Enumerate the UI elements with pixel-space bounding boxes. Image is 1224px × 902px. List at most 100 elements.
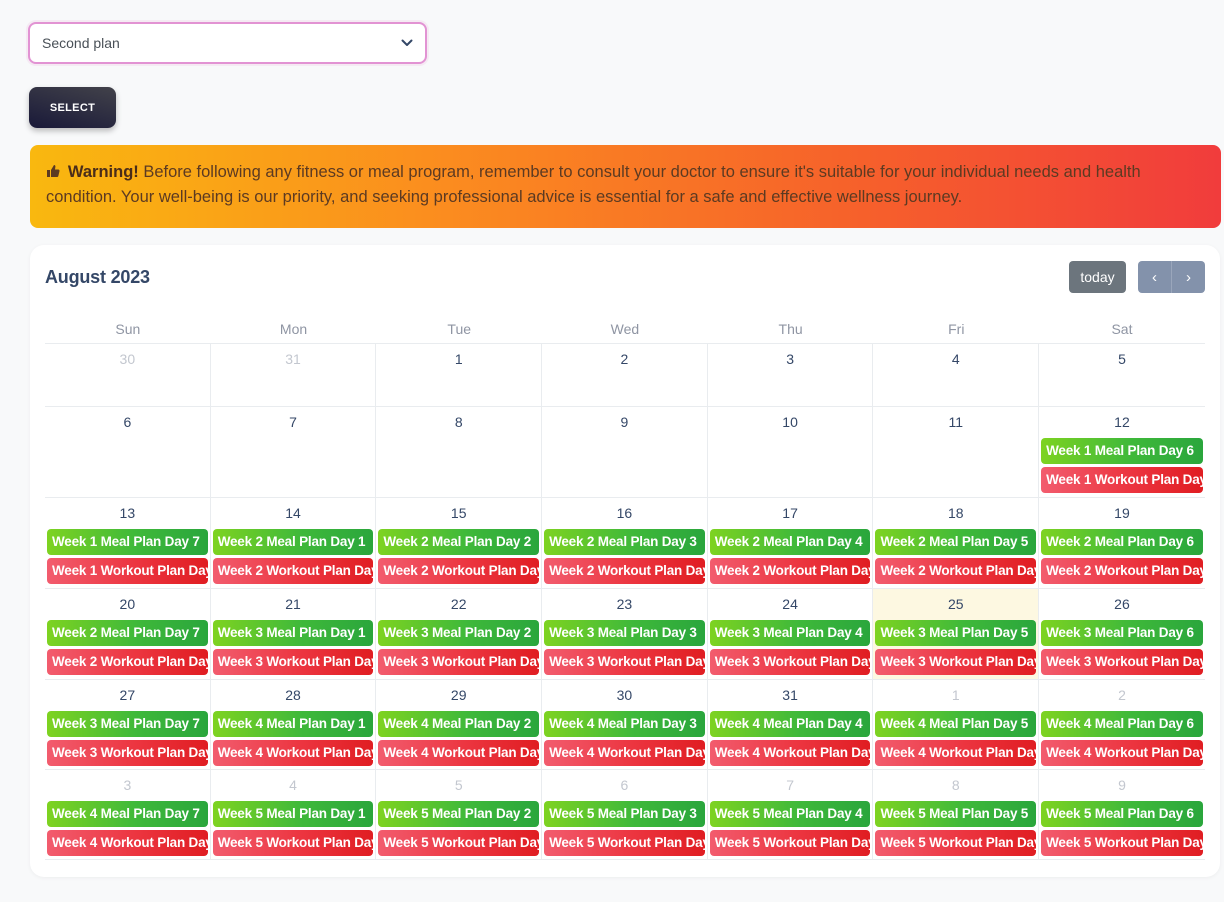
day-cell[interactable]: 1 Week 4 Meal Plan Day 5 Week 4 Workout Pl… bbox=[873, 680, 1040, 769]
day-number[interactable]: 6 bbox=[47, 407, 208, 438]
day-number[interactable]: 11 bbox=[875, 407, 1036, 438]
meal-plan-event[interactable]: Week 2 Meal Plan Day 5 bbox=[875, 529, 1037, 555]
day-cell[interactable]: 12 Week 1 Meal Plan Day 6 Week 1 Workout P… bbox=[1039, 407, 1205, 497]
day-number[interactable]: 7 bbox=[213, 407, 374, 438]
meal-plan-event[interactable]: Week 1 Meal Plan Day 7 bbox=[47, 529, 208, 555]
meal-plan-event[interactable]: Week 4 Meal Plan Day 2 bbox=[378, 711, 540, 737]
day-number[interactable]: 23 bbox=[544, 589, 705, 620]
day-cell[interactable]: 10 bbox=[708, 407, 874, 497]
day-cell[interactable]: 21 Week 3 Meal Plan Day 1 Week 3 Workout P… bbox=[211, 589, 377, 679]
day-number[interactable]: 9 bbox=[544, 407, 705, 438]
day-number[interactable]: 9 bbox=[1041, 770, 1203, 801]
meal-plan-event[interactable]: Week 4 Meal Plan Day 5 bbox=[875, 711, 1037, 737]
meal-plan-event[interactable]: Week 5 Meal Plan Day 6 bbox=[1041, 801, 1203, 827]
day-cell[interactable]: 31 Week 4 Meal Plan Day 4 Week 4 Workout P… bbox=[708, 680, 874, 769]
day-cell[interactable]: 31 bbox=[211, 344, 377, 406]
day-cell[interactable]: 23 Week 3 Meal Plan Day 3 Week 3 Workout P… bbox=[542, 589, 708, 679]
workout-plan-event[interactable]: Week 3 Workout Plan Day bbox=[875, 649, 1037, 675]
meal-plan-event[interactable]: Week 4 Meal Plan Day 1 bbox=[212, 711, 374, 737]
meal-plan-event[interactable]: Week 3 Meal Plan Day 3 bbox=[544, 620, 705, 646]
workout-plan-event[interactable]: Week 5 Workout Plan Day bbox=[544, 830, 705, 856]
day-cell[interactable]: 24 Week 3 Meal Plan Day 4 Week 3 Workout P… bbox=[708, 589, 874, 679]
day-number[interactable]: 5 bbox=[378, 770, 539, 801]
day-cell[interactable]: 27 Week 3 Meal Plan Day 7 Week 3 Workout P… bbox=[45, 680, 211, 769]
workout-plan-event[interactable]: Week 3 Workout Plan Day bbox=[378, 649, 540, 675]
workout-plan-event[interactable]: Week 2 Workout Plan Day bbox=[1041, 558, 1203, 584]
workout-plan-event[interactable]: Week 2 Workout Plan Day bbox=[544, 558, 705, 584]
day-number[interactable]: 7 bbox=[710, 770, 871, 801]
day-cell[interactable]: 11 bbox=[873, 407, 1040, 497]
day-number[interactable]: 5 bbox=[1041, 344, 1203, 375]
day-cell[interactable]: 8 bbox=[376, 407, 543, 497]
workout-plan-event[interactable]: Week 5 Workout Plan Day bbox=[212, 830, 374, 856]
meal-plan-event[interactable]: Week 5 Meal Plan Day 4 bbox=[709, 801, 871, 827]
day-number[interactable]: 16 bbox=[544, 498, 705, 529]
workout-plan-event[interactable]: Week 2 Workout Plan Day bbox=[875, 558, 1037, 584]
day-cell[interactable]: 20 Week 2 Meal Plan Day 7 Week 2 Workout P… bbox=[45, 589, 211, 679]
day-cell[interactable]: 15 Week 2 Meal Plan Day 2 Week 2 Workout P… bbox=[376, 498, 543, 588]
day-number[interactable]: 8 bbox=[875, 770, 1036, 801]
day-cell[interactable]: 2 Week 4 Meal Plan Day 6 Week 4 Workout Pl… bbox=[1039, 680, 1205, 769]
day-number[interactable]: 24 bbox=[710, 589, 871, 620]
day-number[interactable]: 30 bbox=[544, 680, 705, 711]
select-button[interactable]: SELECT bbox=[29, 87, 116, 128]
day-number[interactable]: 3 bbox=[47, 770, 208, 801]
meal-plan-event[interactable]: Week 2 Meal Plan Day 7 bbox=[47, 620, 208, 646]
workout-plan-event[interactable]: Week 4 Workout Plan Day bbox=[212, 740, 374, 766]
day-cell[interactable]: 7 bbox=[211, 407, 377, 497]
day-cell[interactable]: 5 Week 5 Meal Plan Day 2 Week 5 Workout Pl… bbox=[376, 770, 543, 859]
day-number[interactable]: 15 bbox=[378, 498, 539, 529]
day-cell[interactable]: 5 bbox=[1039, 344, 1205, 406]
meal-plan-event[interactable]: Week 5 Meal Plan Day 5 bbox=[875, 801, 1037, 827]
workout-plan-event[interactable]: Week 4 Workout Plan Day bbox=[875, 740, 1037, 766]
workout-plan-event[interactable]: Week 4 Workout Plan Day bbox=[1041, 740, 1203, 766]
prev-month-button[interactable]: ‹ bbox=[1138, 261, 1171, 293]
day-cell[interactable]: 19 Week 2 Meal Plan Day 6 Week 2 Workout P… bbox=[1039, 498, 1205, 588]
day-cell[interactable]: 6 Week 5 Meal Plan Day 3 Week 5 Workout Pl… bbox=[542, 770, 708, 859]
day-number[interactable]: 10 bbox=[710, 407, 871, 438]
meal-plan-event[interactable]: Week 5 Meal Plan Day 3 bbox=[544, 801, 705, 827]
workout-plan-event[interactable]: Week 3 Workout Plan Day bbox=[47, 740, 208, 766]
day-number[interactable]: 2 bbox=[1041, 680, 1203, 711]
day-cell[interactable]: 1 bbox=[376, 344, 543, 406]
day-cell[interactable]: 6 bbox=[45, 407, 211, 497]
day-number[interactable]: 3 bbox=[710, 344, 871, 375]
day-cell[interactable]: 2 bbox=[542, 344, 708, 406]
workout-plan-event[interactable]: Week 4 Workout Plan Day bbox=[47, 830, 208, 856]
day-number[interactable]: 20 bbox=[47, 589, 208, 620]
day-number[interactable]: 31 bbox=[710, 680, 871, 711]
day-number[interactable]: 30 bbox=[47, 344, 208, 375]
day-cell[interactable]: 3 Week 4 Meal Plan Day 7 Week 4 Workout Pl… bbox=[45, 770, 211, 859]
workout-plan-event[interactable]: Week 2 Workout Plan Day bbox=[47, 649, 208, 675]
meal-plan-event[interactable]: Week 2 Meal Plan Day 1 bbox=[212, 529, 374, 555]
day-cell[interactable]: 28 Week 4 Meal Plan Day 1 Week 4 Workout P… bbox=[211, 680, 377, 769]
meal-plan-event[interactable]: Week 3 Meal Plan Day 7 bbox=[47, 711, 208, 737]
workout-plan-event[interactable]: Week 3 Workout Plan Day bbox=[544, 649, 705, 675]
meal-plan-event[interactable]: Week 2 Meal Plan Day 6 bbox=[1041, 529, 1203, 555]
day-number[interactable]: 17 bbox=[710, 498, 871, 529]
day-number[interactable]: 8 bbox=[378, 407, 539, 438]
day-cell[interactable]: 18 Week 2 Meal Plan Day 5 Week 2 Workout P… bbox=[873, 498, 1040, 588]
meal-plan-event[interactable]: Week 4 Meal Plan Day 7 bbox=[47, 801, 208, 827]
day-cell[interactable]: 9 bbox=[542, 407, 708, 497]
day-number[interactable]: 4 bbox=[875, 344, 1036, 375]
day-cell[interactable]: 4 bbox=[873, 344, 1040, 406]
day-number[interactable]: 14 bbox=[213, 498, 374, 529]
workout-plan-event[interactable]: Week 2 Workout Plan Day bbox=[378, 558, 540, 584]
day-number[interactable]: 6 bbox=[544, 770, 705, 801]
day-cell[interactable]: 4 Week 5 Meal Plan Day 1 Week 5 Workout Pl… bbox=[211, 770, 377, 859]
meal-plan-event[interactable]: Week 3 Meal Plan Day 2 bbox=[378, 620, 540, 646]
day-cell[interactable]: 9 Week 5 Meal Plan Day 6 Week 5 Workout Pl… bbox=[1039, 770, 1205, 859]
today-button[interactable]: today bbox=[1069, 261, 1126, 293]
meal-plan-event[interactable]: Week 2 Meal Plan Day 4 bbox=[709, 529, 871, 555]
meal-plan-event[interactable]: Week 3 Meal Plan Day 5 bbox=[875, 620, 1037, 646]
workout-plan-event[interactable]: Week 2 Workout Plan Day bbox=[212, 558, 374, 584]
day-number[interactable]: 29 bbox=[378, 680, 539, 711]
plan-select[interactable]: Second plan bbox=[28, 22, 427, 64]
day-cell[interactable]: 16 Week 2 Meal Plan Day 3 Week 2 Workout P… bbox=[542, 498, 708, 588]
workout-plan-event[interactable]: Week 1 Workout Plan Day bbox=[47, 558, 208, 584]
day-number[interactable]: 31 bbox=[213, 344, 374, 375]
workout-plan-event[interactable]: Week 4 Workout Plan Day bbox=[378, 740, 540, 766]
day-cell[interactable]: 7 Week 5 Meal Plan Day 4 Week 5 Workout Pl… bbox=[708, 770, 874, 859]
day-cell[interactable]: 22 Week 3 Meal Plan Day 2 Week 3 Workout P… bbox=[376, 589, 543, 679]
